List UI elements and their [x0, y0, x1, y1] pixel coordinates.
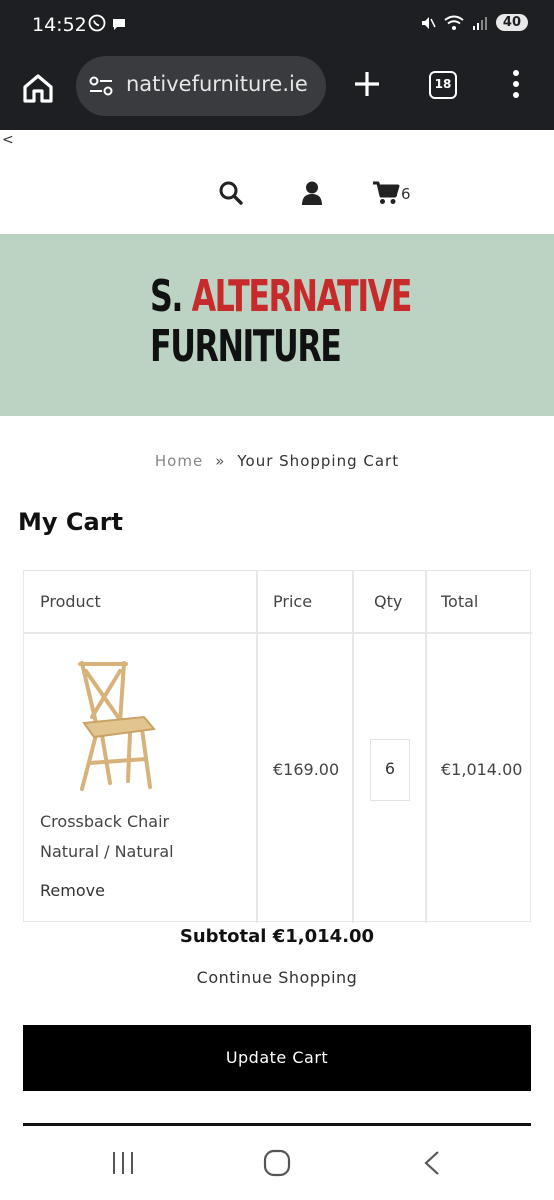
plus-icon[interactable] [351, 68, 383, 100]
tab-switcher-button[interactable]: 18 [429, 71, 457, 99]
address-bar[interactable]: nativefurniture.ie [76, 56, 326, 116]
column-header-total: Total [441, 592, 479, 611]
breadcrumb-current: Your Shopping Cart [237, 452, 400, 470]
user-icon[interactable] [300, 180, 324, 206]
product-title[interactable]: Crossback Chair [40, 807, 174, 837]
chevron-left-icon[interactable]: < [2, 132, 14, 148]
back-icon[interactable] [422, 1150, 442, 1176]
breadcrumb: Home » Your Shopping Cart [0, 452, 554, 470]
whatsapp-icon [88, 14, 106, 32]
header-icons: 6 [0, 178, 554, 214]
status-time: 14:52 [32, 14, 87, 36]
menu-icon[interactable] [508, 68, 524, 100]
mute-icon [421, 16, 436, 29]
logo-banner: S. ALTERNATIVE FURNITURE [0, 234, 554, 416]
cart-icon[interactable] [372, 180, 400, 206]
logo-text-line2: FURNITURE [150, 321, 342, 372]
table-divider [24, 632, 532, 634]
continue-shopping-link[interactable]: Continue Shopping [0, 968, 554, 987]
column-header-qty: Qty [374, 592, 403, 611]
cart-table: Product Price Qty Total Crossback Chair … [23, 570, 532, 923]
column-header-price: Price [273, 592, 313, 611]
system-nav-bar [0, 1140, 554, 1200]
divider [23, 1123, 531, 1126]
status-indicators: 40 [420, 14, 528, 31]
home-circle-icon[interactable] [263, 1149, 291, 1177]
signal-icon [472, 16, 487, 30]
battery-badge: 40 [495, 14, 528, 31]
browser-toolbar: nativefurniture.ie 18 [0, 50, 554, 130]
subtotal: Subtotal €1,014.00 [179, 926, 375, 947]
logo-text-prefix: S. [150, 271, 183, 322]
logo-text-red: ALTERNATIVE [191, 271, 413, 322]
status-bar: 14:52 40 [0, 0, 554, 50]
table-divider [256, 571, 258, 923]
breadcrumb-home-link[interactable]: Home [155, 452, 203, 470]
home-icon[interactable] [20, 70, 56, 106]
remove-link[interactable]: Remove [40, 881, 105, 900]
table-divider [352, 571, 354, 923]
quantity-input[interactable]: 6 [370, 739, 410, 801]
product-name[interactable]: Crossback Chair Natural / Natural [40, 807, 174, 867]
search-icon[interactable] [218, 180, 244, 206]
url-text: nativefurniture.ie [126, 72, 308, 96]
site-logo[interactable]: S. ALTERNATIVE FURNITURE [150, 271, 413, 382]
chair-image[interactable] [70, 659, 160, 799]
site-settings-icon[interactable] [88, 74, 114, 98]
breadcrumb-separator: » [215, 452, 226, 470]
page-title: My Cart [18, 508, 123, 536]
table-divider [425, 571, 427, 923]
notification-icons [88, 14, 127, 36]
item-price: €169.00 [273, 760, 340, 779]
chat-icon [113, 19, 126, 30]
column-header-product: Product [40, 592, 101, 611]
wifi-icon [444, 15, 464, 30]
cart-count-badge: 6 [401, 185, 411, 203]
recent-apps-icon[interactable] [110, 1150, 136, 1176]
web-page: < 6 S. ALTERNATIVE FURNITURE Home » Your S… [0, 130, 554, 1140]
product-variant: Natural / Natural [40, 842, 174, 861]
update-cart-button[interactable]: Update Cart [23, 1025, 531, 1091]
item-total: €1,014.00 [441, 760, 523, 779]
